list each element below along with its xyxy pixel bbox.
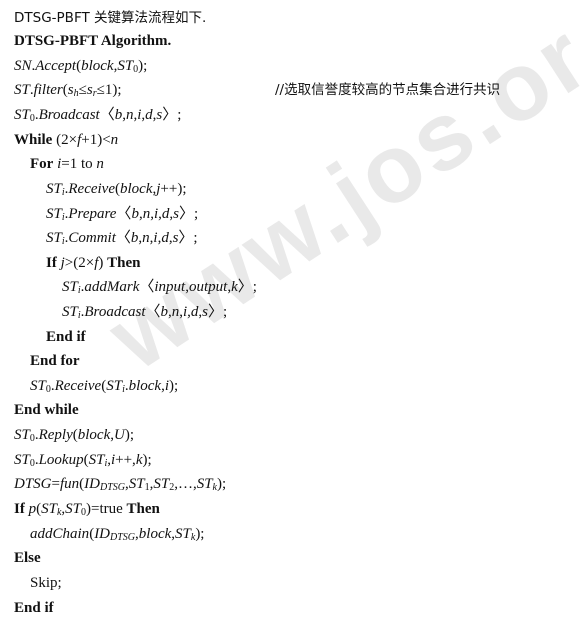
code-line-8: STi.Broadcast〈b,n,i,d,s〉; <box>62 304 228 321</box>
while-keyword: While <box>14 132 53 148</box>
if-keyword: If <box>46 255 57 271</box>
end-for-line: End for <box>30 353 80 369</box>
code-line-1: SN.Accept(block,ST0); <box>14 58 148 75</box>
for-keyword: For <box>30 156 54 172</box>
skip-line: Skip; <box>30 575 62 591</box>
then-keyword-2: Then <box>126 501 160 517</box>
to-keyword: to <box>80 156 93 172</box>
if-line: If j>(2×f) Then <box>46 255 141 271</box>
intro-line: DTSG-PBFT 关键算法流程如下. <box>14 10 207 26</box>
code-line-2: ST.filter(sh≤sr≤1); <box>14 82 122 99</box>
code-line-11: ST0.Lookup(STi,i++,k); <box>14 452 152 469</box>
end-if-line-2: End if <box>14 600 54 616</box>
code-line-12: DTSG=fun(IDDTSG,ST1,ST2,…,STk); <box>14 476 227 493</box>
if-keyword-2: If <box>14 501 25 517</box>
code-comment: //选取信誉度较高的节点集合进行共识 <box>275 82 501 98</box>
code-line-10: ST0.Reply(block,U); <box>14 427 134 444</box>
while-line: While (2×f+1)<n <box>14 132 119 148</box>
then-keyword: Then <box>107 255 141 271</box>
code-line-5: STi.Prepare〈b,n,i,d,s〉; <box>46 206 199 223</box>
code-line-13: addChain(IDDTSG,block,STk); <box>30 526 205 543</box>
else-line: Else <box>14 550 41 566</box>
algorithm-title: DTSG-PBFT Algorithm. <box>14 33 172 49</box>
for-line: For i=1 to n <box>30 156 104 172</box>
code-line-7: STi.addMark〈input,output,k〉; <box>62 279 257 296</box>
code-line-9: ST0.Receive(STi.block,i); <box>30 378 179 395</box>
if-line-2: If p(STk,ST0)=true Then <box>14 501 160 518</box>
code-line-4: STi.Receive(block,j++); <box>46 181 187 198</box>
end-if-line: End if <box>46 329 86 345</box>
code-line-3: ST0.Broadcast〈b,n,i,d,s〉; <box>14 107 182 124</box>
end-while-line: End while <box>14 402 79 418</box>
code-line-6: STi.Commit〈b,n,i,d,s〉; <box>46 230 198 247</box>
